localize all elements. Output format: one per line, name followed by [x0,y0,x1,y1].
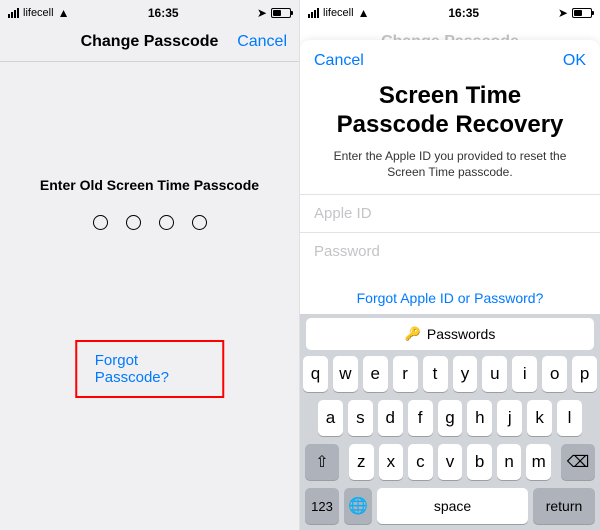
passcode-dot [159,215,174,230]
cancel-button[interactable]: Cancel [237,33,287,51]
key-w[interactable]: w [333,356,358,392]
forgot-apple-id-link[interactable]: Forgot Apple ID or Password? [300,270,600,320]
key-h[interactable]: h [467,400,492,436]
globe-key[interactable]: 🌐 [344,488,372,524]
key-icon: 🔑 [405,326,421,342]
key-p[interactable]: p [572,356,597,392]
key-f[interactable]: f [408,400,433,436]
key-i[interactable]: i [512,356,537,392]
passcode-dot [93,215,108,230]
nav-bar: Change Passcode Cancel [0,22,299,62]
key-e[interactable]: e [363,356,388,392]
key-x[interactable]: x [379,444,404,480]
location-icon: ➤ [558,6,568,20]
key-c[interactable]: c [408,444,433,480]
status-bar: lifecell ▲ 16:35 ➤ [0,0,299,22]
sheet-title: Screen TimePasscode Recovery [300,76,600,148]
key-row-1: qwertyuiop [303,356,597,392]
numbers-key[interactable]: 123 [305,488,339,524]
passcode-input[interactable] [0,215,299,230]
key-o[interactable]: o [542,356,567,392]
apple-id-field[interactable]: Apple ID [300,194,600,232]
key-d[interactable]: d [378,400,403,436]
key-v[interactable]: v [438,444,463,480]
key-y[interactable]: y [453,356,478,392]
space-key[interactable]: space [377,488,528,524]
key-g[interactable]: g [438,400,463,436]
key-j[interactable]: j [497,400,522,436]
key-r[interactable]: r [393,356,418,392]
key-n[interactable]: n [497,444,522,480]
carrier-label: lifecell [323,7,354,19]
passwords-autofill-button[interactable]: 🔑 Passwords [306,318,594,350]
passcode-prompt: Enter Old Screen Time Passcode [0,177,299,193]
key-q[interactable]: q [303,356,328,392]
key-a[interactable]: a [318,400,343,436]
passcode-dot [192,215,207,230]
forgot-passcode-link[interactable]: Forgot Passcode? [95,352,205,386]
recovery-sheet: Cancel OK Screen TimePasscode Recovery E… [300,40,600,320]
highlight-box: Forgot Passcode? [75,340,225,398]
screen-passcode-recovery: lifecell ▲ 16:35 ➤ Change Passcode Cance… [300,0,600,530]
key-k[interactable]: k [527,400,552,436]
key-u[interactable]: u [482,356,507,392]
battery-icon [271,8,291,18]
status-bar: lifecell ▲ 16:35 ➤ [300,0,600,22]
cancel-button[interactable]: Cancel [314,52,364,70]
password-field[interactable]: Password [300,232,600,270]
signal-icon [308,8,319,18]
key-row-bottom: 123 🌐 space return [303,488,597,524]
passcode-dot [126,215,141,230]
carrier-label: lifecell [23,7,54,19]
shift-key[interactable]: ⇧ [305,444,339,480]
key-row-3: ⇧ zxcvbnm ⌫ [303,444,597,480]
screen-change-passcode: lifecell ▲ 16:35 ➤ Change Passcode Cance… [0,0,300,530]
key-z[interactable]: z [349,444,374,480]
clock-label: 16:35 [448,6,479,20]
backspace-key[interactable]: ⌫ [561,444,595,480]
key-row-2: asdfghjkl [303,400,597,436]
return-key[interactable]: return [533,488,595,524]
signal-icon [8,8,19,18]
location-icon: ➤ [257,6,267,20]
key-l[interactable]: l [557,400,582,436]
key-s[interactable]: s [348,400,373,436]
battery-icon [572,8,592,18]
clock-label: 16:35 [148,6,179,20]
ok-button[interactable]: OK [563,52,586,70]
wifi-icon: ▲ [58,7,70,19]
wifi-icon: ▲ [358,7,370,19]
key-t[interactable]: t [423,356,448,392]
key-b[interactable]: b [467,444,492,480]
key-m[interactable]: m [526,444,551,480]
keyboard: 🔑 Passwords qwertyuiop asdfghjkl ⇧ zxcvb… [300,314,600,530]
sheet-subtitle: Enter the Apple ID you provided to reset… [300,148,600,194]
